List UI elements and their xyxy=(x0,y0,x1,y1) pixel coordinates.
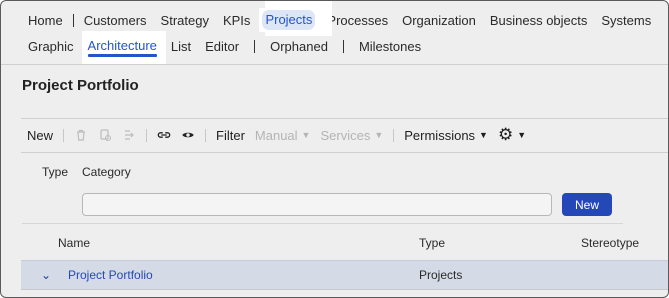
toolbar-separator xyxy=(393,128,395,142)
eye-icon[interactable] xyxy=(181,128,195,142)
nav-separator xyxy=(254,39,256,53)
page-title: Project Portfolio xyxy=(22,77,139,94)
filter-button[interactable]: Filter xyxy=(216,128,245,143)
nav-separator xyxy=(342,39,344,53)
nav-kpis[interactable]: KPIs xyxy=(216,13,257,28)
manual-label: Manual xyxy=(254,127,298,143)
nav-organization[interactable]: Organization xyxy=(395,13,483,28)
add-category-button[interactable]: New xyxy=(562,193,612,216)
row-type: Projects xyxy=(419,268,463,282)
move-icon[interactable] xyxy=(122,128,136,142)
copy-icon[interactable] xyxy=(98,128,112,142)
caret-down-icon: ▼ xyxy=(301,130,311,140)
nav-projects-label: Projects xyxy=(265,12,313,27)
column-header-name[interactable]: Name xyxy=(58,236,90,250)
tab-list[interactable]: List xyxy=(164,39,198,54)
toolbar-separator xyxy=(205,128,207,142)
nav-customers[interactable]: Customers xyxy=(77,13,154,28)
caret-down-icon: ▼ xyxy=(517,130,527,140)
active-tab-underline xyxy=(87,53,157,57)
toolbar-separator xyxy=(146,128,148,142)
filter-panel: Type Category New xyxy=(22,153,623,224)
table-bottom-divider xyxy=(21,289,668,290)
main-nav: Home Customers Strategy KPIs Projects Pr… xyxy=(21,6,668,34)
tab-milestones[interactable]: Milestones xyxy=(352,39,428,54)
nav-strategy[interactable]: Strategy xyxy=(154,13,216,28)
column-header-stereotype[interactable]: Stereotype xyxy=(581,236,639,250)
permissions-label: Permissions xyxy=(404,127,476,143)
sub-nav: Graphic Architecture List Editor Orphane… xyxy=(21,34,668,58)
caret-down-icon: ▼ xyxy=(479,130,488,140)
tab-architecture-label: Architecture xyxy=(87,37,157,53)
nav-business-objects[interactable]: Business objects xyxy=(483,13,595,28)
new-button[interactable]: New xyxy=(27,128,53,143)
table-row[interactable]: ⌄ Project Portfolio Projects xyxy=(21,260,668,289)
app-frame: Home Customers Strategy KPIs Projects Pr… xyxy=(0,0,669,298)
tab-orphaned[interactable]: Orphaned xyxy=(263,39,335,54)
toolbar: New Filter Manual ▼ Services ▼ Permissio… xyxy=(27,125,668,145)
toolbar-separator xyxy=(63,128,65,142)
tab-editor[interactable]: Editor xyxy=(198,39,246,54)
nav-projects[interactable]: Projects xyxy=(259,8,319,32)
gear-icon: ⚙ xyxy=(497,125,514,144)
settings-dropdown[interactable]: ⚙ ▼ xyxy=(497,125,527,144)
delete-icon[interactable] xyxy=(74,128,88,142)
row-name-link[interactable]: Project Portfolio xyxy=(68,268,153,282)
nav-systems[interactable]: Systems xyxy=(594,13,658,28)
caret-down-icon: ▼ xyxy=(374,130,384,140)
chevron-down-icon[interactable]: ⌄ xyxy=(41,268,51,282)
services-label: Services xyxy=(320,127,371,143)
services-dropdown[interactable]: Services ▼ xyxy=(320,128,383,143)
permissions-dropdown[interactable]: Permissions ▼ xyxy=(404,128,488,143)
category-input[interactable] xyxy=(82,193,552,216)
manual-dropdown[interactable]: Manual ▼ xyxy=(255,128,311,143)
tab-graphic[interactable]: Graphic xyxy=(21,39,81,54)
nav-separator xyxy=(72,13,74,27)
nav-home[interactable]: Home xyxy=(21,13,70,28)
toolbar-divider xyxy=(21,118,668,119)
link-icon[interactable] xyxy=(157,128,171,142)
nav-divider xyxy=(1,64,668,65)
type-label: Type xyxy=(42,165,69,179)
column-header-type[interactable]: Type xyxy=(419,236,445,250)
tab-architecture[interactable]: Architecture xyxy=(82,34,162,58)
category-label: Category xyxy=(82,165,131,179)
